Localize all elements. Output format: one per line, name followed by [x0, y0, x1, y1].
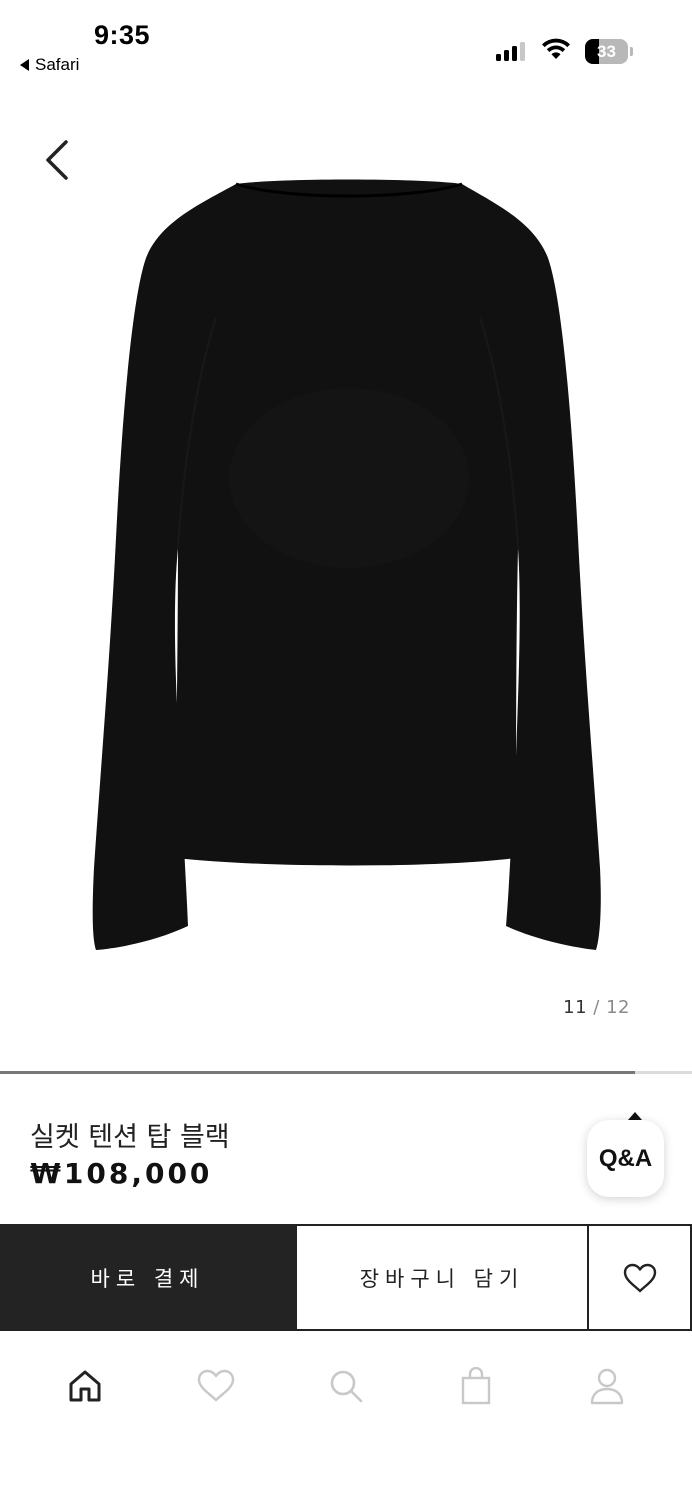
cellular-signal-icon: [496, 41, 525, 61]
tab-bag[interactable]: [446, 1356, 506, 1416]
product-price: ₩108,000: [30, 1157, 213, 1190]
image-counter-total: 12: [606, 997, 630, 1018]
product-image[interactable]: [86, 178, 612, 958]
search-icon: [330, 1370, 363, 1403]
tab-account[interactable]: [577, 1356, 637, 1416]
gallery-progress-bar: [0, 1071, 692, 1074]
product-name: 실켓 텐션 탑 블랙: [30, 1122, 230, 1153]
image-counter-separator: /: [593, 997, 600, 1018]
wifi-icon: [542, 38, 570, 59]
tab-home[interactable]: [55, 1356, 115, 1416]
add-to-cart-button[interactable]: 장바구니 담기: [295, 1226, 587, 1329]
image-counter-current: 11: [563, 997, 588, 1018]
wishlist-button[interactable]: [587, 1226, 692, 1329]
status-time: 9:35: [94, 20, 151, 50]
bottom-tab-bar: [0, 1331, 692, 1441]
bag-icon: [462, 1367, 491, 1405]
tab-search[interactable]: [316, 1356, 376, 1416]
home-icon: [69, 1370, 101, 1402]
qa-button[interactable]: Q&A: [587, 1120, 664, 1197]
tab-wishlist[interactable]: [186, 1356, 246, 1416]
back-app-label: Safari: [35, 55, 80, 74]
buy-now-button[interactable]: 바로 결제: [0, 1226, 295, 1329]
heart-icon: [623, 1263, 656, 1292]
back-to-safari-link[interactable]: Safari: [20, 55, 79, 75]
user-icon: [590, 1368, 623, 1405]
status-bar: 9:35 Safari 33: [0, 0, 692, 84]
heart-icon: [197, 1369, 234, 1402]
battery-icon: 33: [585, 39, 633, 64]
back-triangle-icon: [20, 59, 29, 71]
back-chevron-icon[interactable]: [38, 136, 74, 184]
scroll-top-arrow-icon[interactable]: [628, 1112, 642, 1120]
gallery-progress-fill: [0, 1071, 635, 1074]
battery-percent: 33: [597, 42, 616, 61]
image-counter: 11 / 12: [563, 997, 630, 1018]
purchase-action-bar: 바로 결제 장바구니 담기: [0, 1224, 692, 1331]
